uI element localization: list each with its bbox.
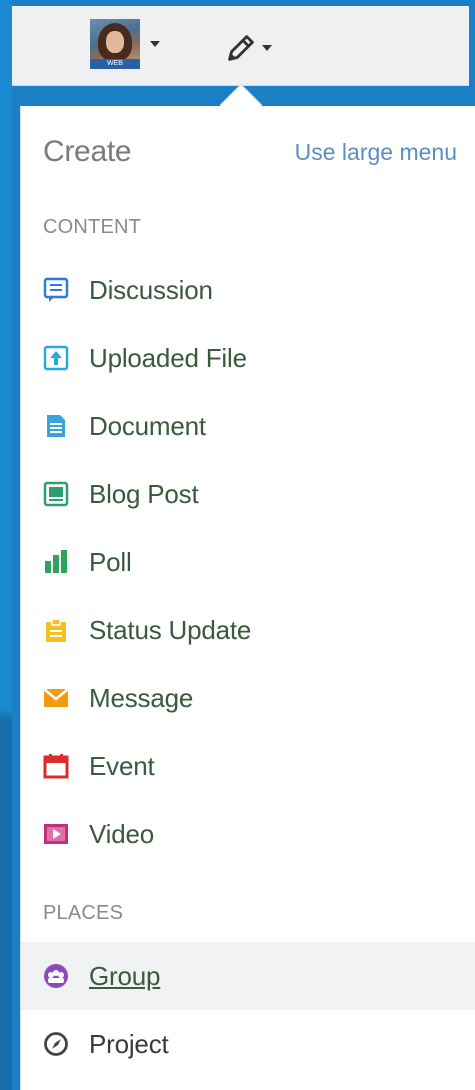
menu-item-group[interactable]: Group [21,942,475,1010]
menu-item-discussion[interactable]: Discussion [21,260,475,320]
menu-item-label: Video [89,818,155,849]
project-icon [43,1031,69,1057]
menu-item-label: Document [89,410,206,441]
blog-icon [43,481,69,507]
menu-item-label: Blog Post [89,478,199,509]
menu-item-project[interactable]: Project [21,1014,475,1074]
use-large-menu-link[interactable]: Use large menu [295,139,457,166]
menu-item-label: Event [89,750,155,781]
section-label-content: CONTENT [43,216,142,238]
avatar-badge: WEB [90,59,140,69]
video-icon [43,821,69,847]
chevron-down-icon [150,41,160,47]
avatar: WEB [90,19,140,69]
menu-title: Create [43,135,132,168]
avatar-face [106,31,124,53]
menu-item-document[interactable]: Document [21,396,475,456]
menu-item-label: Status Update [89,614,252,645]
menu-item-label: Discussion [89,274,213,305]
left-background-strip [0,0,12,1090]
menu-item-poll[interactable]: Poll [21,532,475,592]
menu-item-status-update[interactable]: Status Update [21,600,475,660]
menu-item-label: Poll [89,546,132,577]
upload-icon [43,345,69,371]
user-menu-button[interactable]: WEB [90,18,180,70]
menu-item-label: Uploaded File [89,342,247,373]
event-icon [43,753,69,779]
poll-icon [43,549,69,575]
discussion-icon [43,277,69,303]
menu-item-event[interactable]: Event [21,736,475,796]
message-icon [43,685,69,711]
group-icon [43,963,69,989]
menu-item-label: Project [89,1028,169,1059]
document-icon [43,413,69,439]
chevron-down-icon [262,45,272,51]
menu-header: Create Use large menu [43,132,463,172]
section-label-places: PLACES [43,902,124,924]
menu-item-blog-post[interactable]: Blog Post [21,464,475,524]
menu-item-message[interactable]: Message [21,668,475,728]
status-icon [43,617,69,643]
top-navigation-bar: WEB [12,6,469,86]
create-dropdown-menu: Create Use large menu CONTENT Discussion… [20,106,475,1090]
menu-item-label: Message [89,682,194,713]
menu-item-label: Group [89,960,161,991]
pencil-icon [228,35,254,61]
menu-item-video[interactable]: Video [21,804,475,864]
create-menu-button[interactable] [222,26,286,70]
menu-item-uploaded-file[interactable]: Uploaded File [21,328,475,388]
